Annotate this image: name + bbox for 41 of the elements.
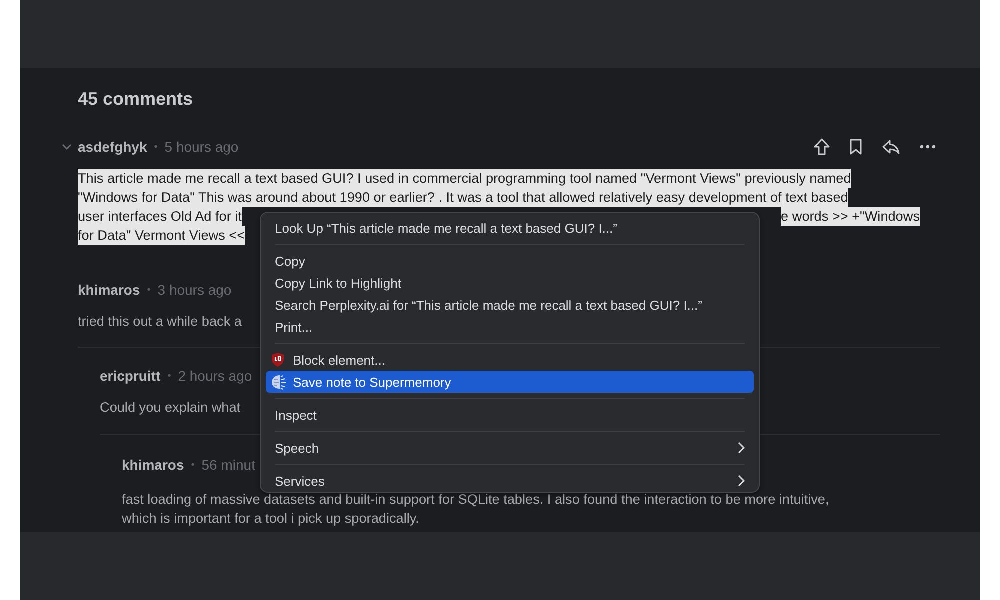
collapse-chevron-icon[interactable] [62, 144, 72, 150]
comment-text: fast loading of massive datasets and built-in support for SQLite tables. I also found the interaction to be more intuitive, [122, 491, 830, 509]
menu-item[interactable]: Block element... [266, 349, 754, 371]
menu-item[interactable]: Save note to Supermemory [266, 371, 754, 393]
menu-item[interactable]: Copy Link to Highlight [266, 272, 754, 294]
comments-heading: 45 comments [78, 88, 194, 110]
separator-dot: • [191, 460, 195, 470]
chevron-right-icon [738, 475, 745, 487]
menu-item[interactable]: Speech [266, 437, 754, 459]
brain-icon [271, 374, 287, 390]
comment-time: 56 minut [202, 457, 256, 473]
comment-time: 5 hours ago [164, 139, 239, 155]
separator-dot: • [154, 142, 158, 152]
comment-text: tried this out a while back a [78, 313, 242, 331]
comment-author[interactable]: khimaros [122, 457, 184, 473]
comment-time: 2 hours ago [178, 368, 252, 384]
comment-text: Could you explain what [100, 399, 241, 417]
chevron-right-icon [738, 442, 745, 454]
reply-icon[interactable] [882, 139, 900, 155]
separator-dot: • [168, 370, 172, 382]
menu-item[interactable]: Look Up “This article made me recall a text based GUI? I...” [266, 217, 754, 239]
menu-item[interactable]: Inspect [266, 404, 754, 426]
more-icon[interactable] [920, 145, 936, 149]
menu-item[interactable]: Search Perplexity.ai for “This article made me recall a text based GUI? I...” [266, 294, 754, 316]
bookmark-icon[interactable] [850, 139, 862, 155]
comment-text: e words >> +"Windows [781, 207, 920, 226]
comment-text: "Windows for Data" This was around about 1990 or earlier? . It was a tool that allowed relatively easy development of text based [78, 188, 848, 207]
menu-item[interactable]: Services [266, 470, 754, 492]
comment-text: user interfaces Old Ad for it [78, 207, 242, 226]
menu-item[interactable]: Print... [266, 316, 754, 338]
comment-text: for Data" Vermont Views << [78, 226, 246, 245]
comment-time: 3 hours ago [158, 282, 232, 298]
comment-author[interactable]: ericpruitt [100, 368, 161, 384]
upvote-icon[interactable] [814, 138, 830, 156]
separator-dot: • [147, 284, 151, 296]
shield-icon [271, 352, 287, 368]
comment-author[interactable]: khimaros [78, 282, 140, 298]
comment-author[interactable]: asdefghyk [78, 139, 148, 155]
menu-item[interactable]: Copy [266, 250, 754, 272]
comment-text: which is important for a tool i pick up sporadically. [122, 510, 420, 528]
comment-text: This article made me recall a text based GUI? I used in commercial programming tool named "Vermont Views" previously named [78, 169, 852, 188]
